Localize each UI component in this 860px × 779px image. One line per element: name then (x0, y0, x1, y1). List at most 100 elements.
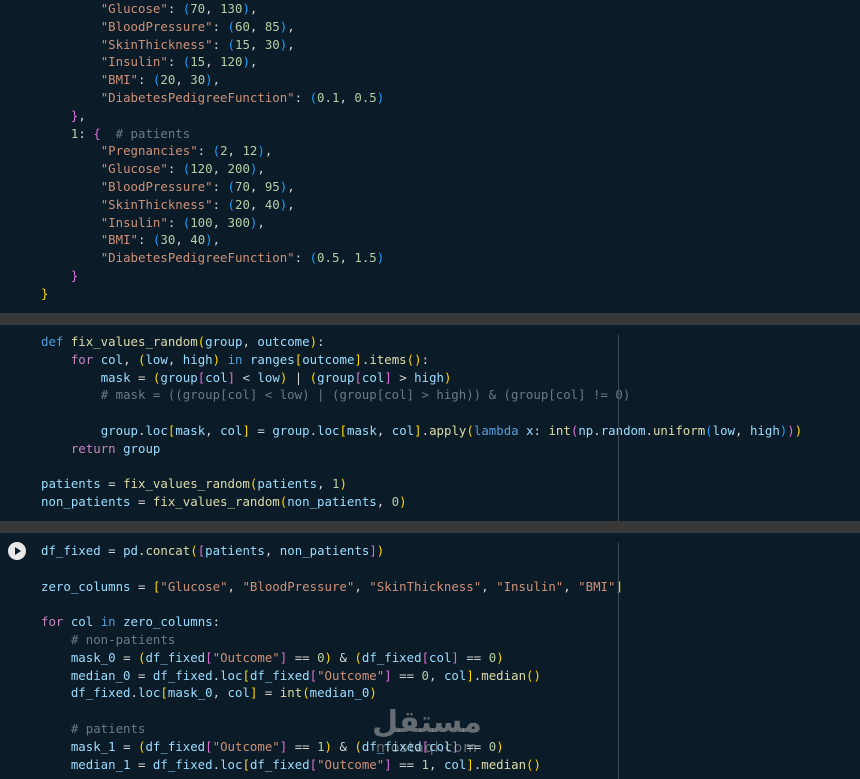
code-token: ) (242, 1, 250, 16)
code-token: , (212, 72, 221, 88)
code-token: in (100, 614, 124, 630)
code-line[interactable]: "DiabetesPedigreeFunction": (0.1, 0.5) (41, 89, 385, 107)
code-line[interactable]: non_patients = fix_values_random(non_pat… (41, 493, 802, 511)
code-token: = (130, 494, 153, 510)
run-cell-button[interactable] (8, 542, 26, 560)
code-token: 70 (234, 178, 250, 194)
code-line[interactable] (41, 458, 802, 476)
code-editor[interactable]: df_fixed = pd.concat([patients, non_pati… (41, 542, 623, 773)
code-line[interactable]: df_fixed = pd.concat([patients, non_pati… (41, 542, 623, 560)
code-token: [ (339, 422, 347, 438)
code-line[interactable]: }, (41, 107, 384, 125)
code-token: def (41, 334, 71, 349)
code-token: ) (324, 738, 333, 754)
code-line[interactable]: # patients (41, 720, 623, 738)
code-token: mask (346, 422, 377, 438)
code-line[interactable]: median_0 = df_fixed.loc[df_fixed["Outcom… (41, 667, 623, 685)
code-line[interactable]: 1: { # patients (41, 125, 384, 143)
code-token: "BMI" (100, 72, 138, 88)
code-token: : (294, 250, 310, 266)
code-token: [ (354, 369, 362, 385)
code-line[interactable]: } (41, 285, 384, 303)
code-token: col (429, 649, 452, 665)
code-line[interactable]: } (41, 267, 384, 285)
code-line[interactable]: for col, (low, high) in ranges[outcome].… (41, 351, 802, 369)
code-line[interactable] (41, 702, 623, 720)
code-token: 20 (160, 72, 176, 88)
code-token: = (130, 756, 153, 772)
code-cell-fix-values-random[interactable]: def fix_values_random(group, outcome): f… (0, 325, 860, 521)
code-token: 95 (264, 178, 280, 194)
code-line[interactable]: "Glucose": (120, 200), (41, 160, 384, 178)
code-token: ) (205, 232, 213, 248)
code-line[interactable]: "SkinThickness": (20, 40), (41, 196, 384, 214)
code-token: () (526, 667, 541, 683)
watermark-arabic: مستقل (372, 705, 482, 740)
code-token: "BMI" (578, 578, 616, 594)
code-token: ( (227, 36, 235, 52)
code-line[interactable]: patients = fix_values_random(patients, 1… (41, 475, 802, 493)
code-token: , (287, 18, 295, 34)
code-token: df_fixed (361, 649, 422, 665)
code-editor[interactable]: def fix_values_random(group, outcome): f… (41, 333, 802, 511)
code-token: , (205, 422, 221, 438)
code-line[interactable]: "Glucose": (70, 130), (41, 0, 384, 18)
code-line[interactable]: mask_0 = (df_fixed["Outcome"] == 0) & (d… (41, 649, 623, 667)
code-token: loc (220, 756, 243, 772)
code-token: : (212, 18, 228, 34)
code-token: , (287, 178, 295, 194)
code-token: 0.5 (354, 89, 377, 105)
code-line[interactable]: "BloodPressure": (60, 85), (41, 18, 384, 36)
code-token: ] (384, 667, 392, 683)
code-line[interactable]: mask_1 = (df_fixed["Outcome"] == 1) & (d… (41, 738, 623, 756)
code-line[interactable]: "Insulin": (100, 300), (41, 214, 384, 232)
code-token: = (130, 369, 153, 385)
code-token: ) (242, 54, 250, 70)
code-line[interactable]: "Pregnancies": (2, 12), (41, 142, 384, 160)
code-line[interactable]: # mask = ((group[col] < low) | (group[co… (41, 386, 802, 404)
code-token: "Insulin" (100, 54, 168, 70)
code-line[interactable]: group.loc[mask, col] = group.loc[mask, c… (41, 422, 803, 440)
code-line[interactable]: df_fixed.loc[mask_0, col] = int(median_0… (41, 684, 623, 702)
code-line[interactable]: "BMI": (20, 30), (41, 71, 384, 89)
code-token: { (93, 125, 101, 141)
code-editor[interactable]: "Glucose": (70, 130), "BloodPressure": (… (41, 0, 384, 303)
code-cell-ranges-dict[interactable]: "Glucose": (70, 130), "BloodPressure": (… (0, 0, 860, 313)
code-token: ( (302, 685, 310, 701)
code-line[interactable]: for col in zero_columns: (41, 613, 623, 631)
code-token: , (376, 422, 392, 438)
code-token: , (354, 578, 370, 594)
code-token: ( (354, 738, 362, 754)
code-line[interactable] (41, 560, 623, 578)
code-line[interactable]: return group (41, 440, 802, 458)
code-token: ) (339, 476, 347, 492)
code-line[interactable]: "SkinThickness": (15, 30), (41, 36, 384, 54)
code-token: high (182, 351, 213, 367)
code-token: , (481, 578, 497, 594)
code-line[interactable] (41, 404, 802, 422)
code-line[interactable]: zero_columns = ["Glucose", "BloodPressur… (41, 578, 623, 596)
code-token: : (167, 1, 183, 16)
code-line[interactable] (41, 595, 623, 613)
code-token: 40 (264, 196, 280, 212)
code-token: low (712, 422, 736, 438)
code-token: loc (220, 667, 243, 683)
code-line[interactable]: "BloodPressure": (70, 95), (41, 178, 384, 196)
code-line[interactable]: "BMI": (30, 40), (41, 231, 384, 249)
code-line[interactable]: # non-patients (41, 631, 623, 649)
code-token: col (100, 351, 124, 367)
code-line[interactable]: median_1 = df_fixed.loc[df_fixed["Outcom… (41, 756, 623, 774)
code-line[interactable]: def fix_values_random(group, outcome): (41, 333, 802, 351)
code-line[interactable]: "DiabetesPedigreeFunction": (0.5, 1.5) (41, 249, 385, 267)
code-token: : (167, 54, 183, 70)
code-token: , (563, 578, 579, 594)
code-token: 60 (234, 18, 250, 34)
code-line[interactable]: mask = (group[col] < low) | (group[col] … (41, 369, 802, 387)
code-line[interactable]: "Insulin": (15, 120), (41, 53, 384, 71)
